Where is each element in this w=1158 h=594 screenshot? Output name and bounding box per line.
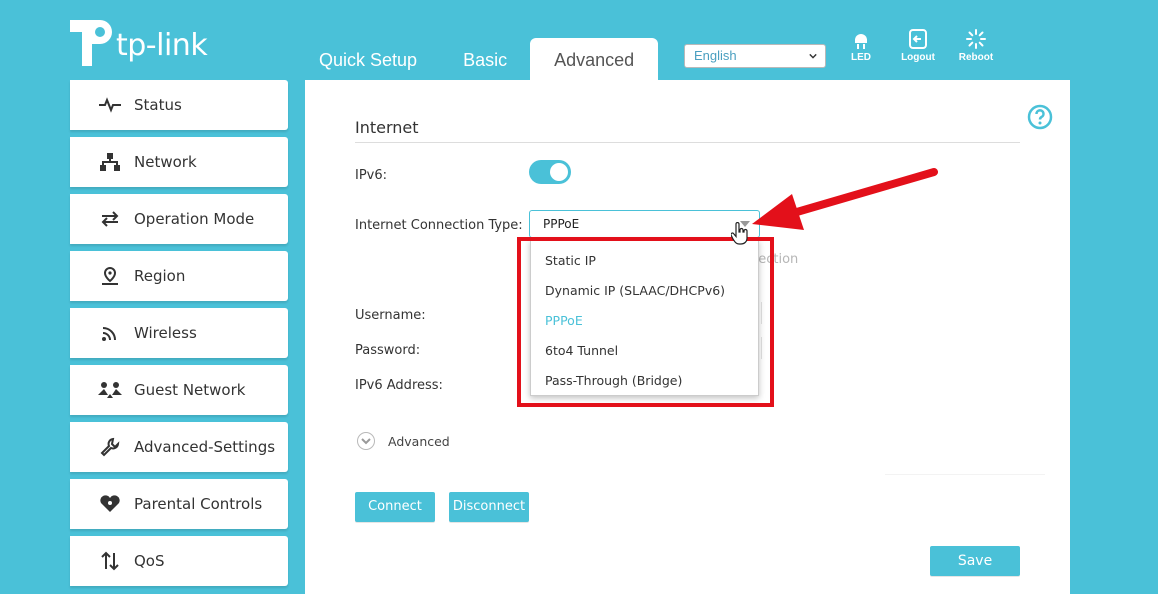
sidebar-item-operation-mode[interactable]: Operation Mode <box>70 194 288 244</box>
language-select[interactable]: English <box>684 44 826 68</box>
sidebar-item-label: Guest Network <box>134 381 246 399</box>
sidebar-item-guest-network[interactable]: Guest Network <box>70 365 288 415</box>
disconnect-button[interactable]: Disconnect <box>449 492 529 522</box>
connection-type-value: PPPoE <box>543 217 580 231</box>
ipv6-toggle[interactable] <box>529 160 571 184</box>
save-button[interactable]: Save <box>930 546 1020 576</box>
reboot-button[interactable]: Reboot <box>951 28 1001 63</box>
tab-quick-setup[interactable]: Quick Setup <box>296 38 440 80</box>
help-icon[interactable] <box>1027 104 1053 130</box>
username-label: Username: <box>355 308 426 323</box>
sidebar-item-label: Wireless <box>134 324 197 342</box>
sidebar-item-label: Advanced-Settings <box>134 438 276 456</box>
sidebar-item-region[interactable]: Region <box>70 251 288 301</box>
section-title: Internet <box>355 118 419 137</box>
top-tabs: Quick Setup Basic Advanced <box>296 38 659 80</box>
logout-label: Logout <box>901 52 935 63</box>
swap-arrows-icon <box>97 208 123 230</box>
divider <box>885 474 1045 475</box>
sidebar-item-network[interactable]: Network <box>70 137 288 187</box>
section-divider <box>355 142 1020 143</box>
sidebar: Status Network Operation Mode Region Wir… <box>70 80 288 593</box>
network-icon <box>97 151 123 173</box>
pulse-icon <box>97 94 123 116</box>
ipv6-label: IPv6: <box>355 168 388 183</box>
language-value: English <box>694 48 737 63</box>
sidebar-item-label: Status <box>134 96 182 114</box>
sidebar-item-qos[interactable]: QoS <box>70 536 288 586</box>
connection-type-select[interactable]: PPPoE <box>529 210 760 238</box>
sidebar-item-advanced-settings[interactable]: Advanced-Settings <box>70 422 288 472</box>
tp-link-logo-icon <box>70 20 112 66</box>
chevron-down-circle-icon <box>357 432 375 450</box>
wrench-icon <box>97 436 123 458</box>
password-label: Password: <box>355 343 421 358</box>
sidebar-item-label: Operation Mode <box>134 210 255 228</box>
guests-icon <box>97 379 123 401</box>
red-arrow-icon <box>752 168 938 230</box>
sidebar-item-parental-controls[interactable]: Parental Controls <box>70 479 288 529</box>
main-panel: Internet IPv6: Internet Connection Type:… <box>305 80 1070 594</box>
connection-type-label: Internet Connection Type: <box>355 218 523 233</box>
heart-icon <box>97 493 123 515</box>
ipv6-address-label: IPv6 Address: <box>355 378 443 393</box>
wifi-icon <box>97 322 123 344</box>
advanced-toggle[interactable]: Advanced <box>357 432 450 450</box>
logout-icon <box>909 29 927 49</box>
connect-button[interactable]: Connect <box>355 492 435 522</box>
reboot-label: Reboot <box>958 52 994 63</box>
led-bulb-icon <box>855 34 867 49</box>
tab-advanced[interactable]: Advanced <box>530 38 659 80</box>
up-down-arrows-icon <box>97 550 123 572</box>
reboot-icon <box>966 29 986 49</box>
advanced-toggle-label: Advanced <box>388 433 450 449</box>
brand-name: tp-link <box>116 28 208 63</box>
tp-link-logo: tp-link <box>66 18 216 72</box>
sidebar-item-status[interactable]: Status <box>70 80 288 130</box>
toggle-knob <box>550 163 568 181</box>
sidebar-item-label: Network <box>134 153 197 171</box>
sidebar-item-label: Parental Controls <box>134 495 263 513</box>
sidebar-item-wireless[interactable]: Wireless <box>70 308 288 358</box>
location-pin-icon <box>97 265 123 287</box>
sidebar-item-label: QoS <box>134 552 165 570</box>
chevron-down-icon <box>809 53 817 59</box>
highlight-box <box>517 237 774 407</box>
sidebar-item-label: Region <box>134 267 186 285</box>
led-label: LED <box>851 52 871 63</box>
logout-button[interactable]: Logout <box>893 28 943 63</box>
tab-basic[interactable]: Basic <box>440 38 530 80</box>
led-button[interactable]: LED <box>836 28 886 63</box>
